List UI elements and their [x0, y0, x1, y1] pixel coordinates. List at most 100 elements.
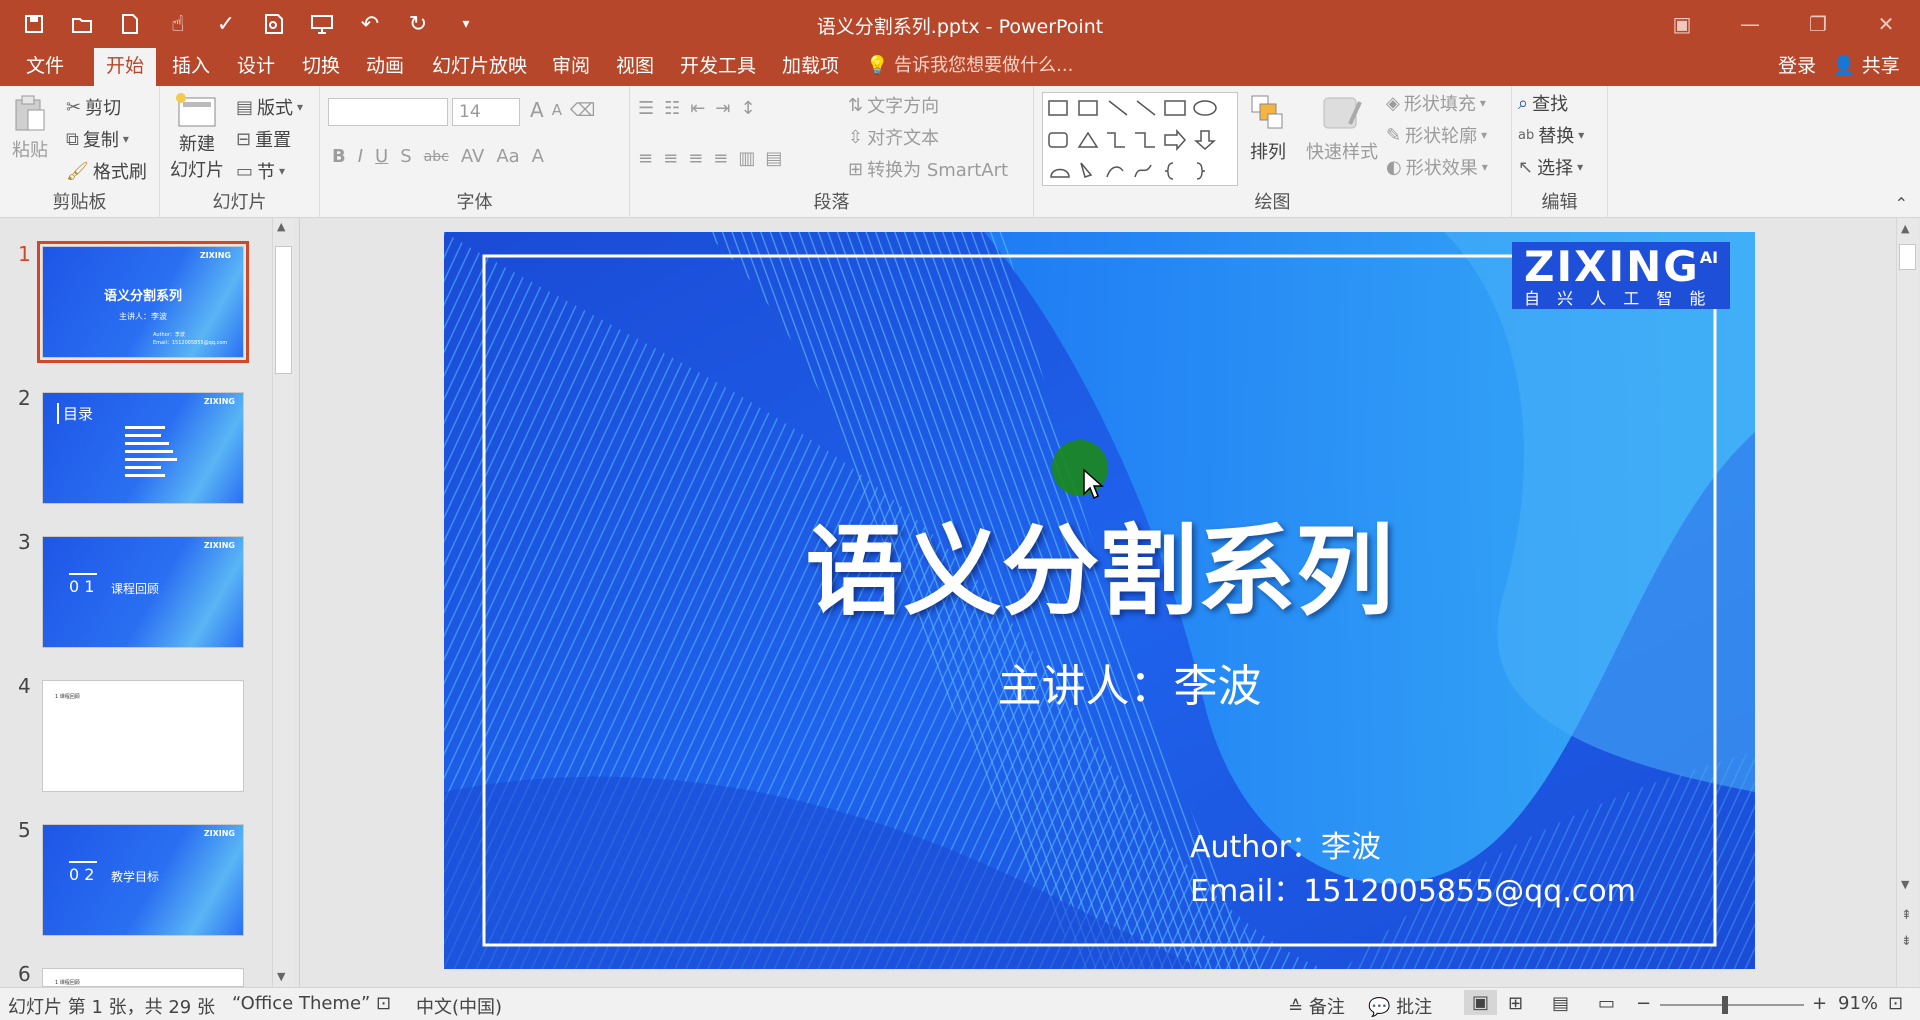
reading-view-icon[interactable]: ▤: [1552, 993, 1569, 1014]
cut-button[interactable]: ✂ 剪切: [66, 94, 121, 120]
change-case-button[interactable]: Aa: [496, 146, 519, 167]
slide-author-line[interactable]: Author：李波: [1190, 822, 1381, 866]
text-direction-button[interactable]: ⇅ 文字方向: [848, 92, 939, 118]
new-slide-button[interactable]: 新建 幻灯片: [170, 92, 224, 182]
tab-file[interactable]: 文件: [14, 48, 76, 86]
grow-font-icon[interactable]: A: [530, 98, 544, 122]
fit-to-window-icon[interactable]: ⊡: [1888, 993, 1903, 1014]
align-right-icon[interactable]: ≡: [688, 148, 703, 169]
format-painter-button[interactable]: 🖌 格式刷: [66, 158, 147, 184]
tab-transitions[interactable]: 切换: [290, 48, 352, 86]
thumb-index: 0 2: [69, 865, 95, 884]
select-button[interactable]: ↖ 选择 ▾: [1518, 154, 1583, 180]
normal-view-icon[interactable]: ▣: [1464, 990, 1498, 1015]
slideshow-view-icon[interactable]: ▭: [1598, 993, 1615, 1014]
section-button[interactable]: ▭ 节 ▾: [236, 158, 285, 184]
underline-button[interactable]: U: [375, 146, 388, 167]
shapes-gallery[interactable]: [1042, 92, 1238, 186]
slide-sorter-icon[interactable]: ⊞: [1508, 993, 1523, 1014]
slide-thumbnail-2[interactable]: ZIXING 目录: [42, 392, 244, 504]
layout-button[interactable]: ▤ 版式 ▾: [236, 94, 303, 120]
next-slide-icon[interactable]: ⇟: [1901, 934, 1912, 949]
font-name-input[interactable]: [328, 98, 448, 126]
find-button[interactable]: ⌕ 查找: [1518, 90, 1568, 116]
restore-icon[interactable]: ❐: [1784, 0, 1852, 48]
accessibility-icon[interactable]: ⊡: [376, 993, 391, 1014]
slide-email-line[interactable]: Email：1512005855@qq.com: [1190, 866, 1636, 910]
shape-effects-button[interactable]: ◐ 形状效果 ▾: [1386, 154, 1488, 180]
ribbon-display-icon[interactable]: ▣: [1648, 0, 1716, 48]
scroll-thumb[interactable]: [1899, 244, 1916, 270]
current-slide[interactable]: ZIXINGAI 自 兴 人 工 智 能 语义分割系列 主讲人：李波 Autho…: [444, 232, 1755, 969]
language-indicator[interactable]: 中文(中国): [416, 993, 502, 1019]
reset-button[interactable]: ⊟ 重置: [236, 126, 291, 152]
tab-design[interactable]: 设计: [225, 48, 287, 86]
zoom-slider-thumb[interactable]: [1721, 996, 1728, 1014]
scroll-up-icon[interactable]: ▲: [277, 220, 285, 233]
numbering-icon[interactable]: ☷: [664, 98, 680, 119]
close-icon[interactable]: ✕: [1852, 0, 1920, 48]
justify-icon[interactable]: ≡: [713, 148, 728, 169]
scroll-down-icon[interactable]: ▼: [277, 970, 285, 983]
slide-subtitle[interactable]: 主讲人：李波: [444, 650, 1755, 714]
copy-button[interactable]: ⧉ 复制 ▾: [66, 126, 129, 152]
slide-thumbnail-1[interactable]: ZIXING 语义分割系列 主讲人：李波 Author：李波 Email：151…: [37, 241, 249, 363]
smartart-button[interactable]: ⊞ 转换为 SmartArt: [848, 156, 1008, 182]
tell-me-box[interactable]: 💡 告诉我您想要做什么...: [866, 48, 1073, 86]
italic-button[interactable]: I: [358, 146, 363, 167]
decrease-indent-icon[interactable]: ⇤: [690, 98, 705, 119]
font-size-input[interactable]: 14: [452, 98, 520, 126]
thumbnails-scrollbar[interactable]: ▲ ▼: [272, 218, 294, 987]
replace-button[interactable]: ab 替换 ▾: [1518, 122, 1584, 148]
collapse-ribbon-icon[interactable]: ⌃: [1895, 194, 1908, 213]
comments-button[interactable]: 💬 批注: [1368, 993, 1432, 1019]
bold-button[interactable]: B: [332, 146, 346, 167]
quick-styles-button[interactable]: 快速样式: [1306, 94, 1378, 164]
tab-slideshow[interactable]: 幻灯片放映: [420, 48, 539, 86]
tab-animations[interactable]: 动画: [354, 48, 416, 86]
distributed-icon[interactable]: ▥: [738, 148, 755, 169]
sign-in-link[interactable]: 登录: [1766, 48, 1828, 86]
slide-scrollbar[interactable]: ▲ ▼ ⇞ ⇟: [1896, 218, 1918, 987]
strikethrough-button[interactable]: abc: [424, 149, 449, 165]
clear-format-icon[interactable]: ⌫: [570, 100, 595, 121]
slide-thumbnail-4[interactable]: 1 课程回顾: [42, 680, 244, 792]
tab-review[interactable]: 审阅: [540, 48, 602, 86]
tab-insert[interactable]: 插入: [160, 48, 222, 86]
shape-fill-button[interactable]: ◈ 形状填充 ▾: [1386, 90, 1486, 116]
columns-icon[interactable]: ▤: [765, 148, 782, 169]
arrange-button[interactable]: 排列: [1250, 94, 1286, 164]
slide-thumbnail-6[interactable]: 1 课程回顾: [42, 968, 244, 987]
brush-icon: 🖌: [66, 160, 89, 182]
previous-slide-icon[interactable]: ⇞: [1901, 908, 1912, 923]
zoom-in-icon[interactable]: +: [1812, 993, 1827, 1014]
bullets-icon[interactable]: ☰: [638, 98, 654, 119]
font-color-button[interactable]: A: [532, 146, 544, 167]
scroll-thumb[interactable]: [275, 246, 292, 374]
increase-indent-icon[interactable]: ⇥: [715, 98, 730, 119]
zoom-out-icon[interactable]: −: [1636, 993, 1651, 1014]
paste-button[interactable]: 粘贴: [12, 94, 48, 162]
char-spacing-button[interactable]: AV: [461, 146, 484, 167]
minimize-icon[interactable]: —: [1716, 0, 1784, 48]
scroll-up-icon[interactable]: ▲: [1901, 222, 1909, 235]
tab-home[interactable]: 开始: [94, 48, 157, 86]
line-spacing-icon[interactable]: ↕: [740, 98, 755, 119]
shape-outline-button[interactable]: ✎ 形状轮廓 ▾: [1386, 122, 1487, 148]
tab-addins[interactable]: 加载项: [770, 48, 851, 86]
zoom-slider[interactable]: [1660, 996, 1804, 1014]
notes-button[interactable]: ≙ 备注: [1288, 993, 1345, 1019]
align-center-icon[interactable]: ≡: [663, 148, 678, 169]
scroll-down-icon[interactable]: ▼: [1901, 878, 1909, 891]
zoom-level[interactable]: 91%: [1838, 993, 1878, 1014]
tab-developer[interactable]: 开发工具: [668, 48, 768, 86]
slide-thumbnail-5[interactable]: ZIXING 0 2 教学目标: [42, 824, 244, 936]
slide-title[interactable]: 语义分割系列: [444, 492, 1755, 634]
shrink-font-icon[interactable]: A: [552, 101, 562, 119]
share-button[interactable]: 👤 共享: [1820, 48, 1912, 86]
align-text-button[interactable]: ⇳ 对齐文本: [848, 124, 939, 150]
shadow-button[interactable]: S: [400, 146, 411, 167]
slide-thumbnail-3[interactable]: ZIXING 0 1 课程回顾: [42, 536, 244, 648]
align-left-icon[interactable]: ≡: [638, 148, 653, 169]
tab-view[interactable]: 视图: [604, 48, 666, 86]
